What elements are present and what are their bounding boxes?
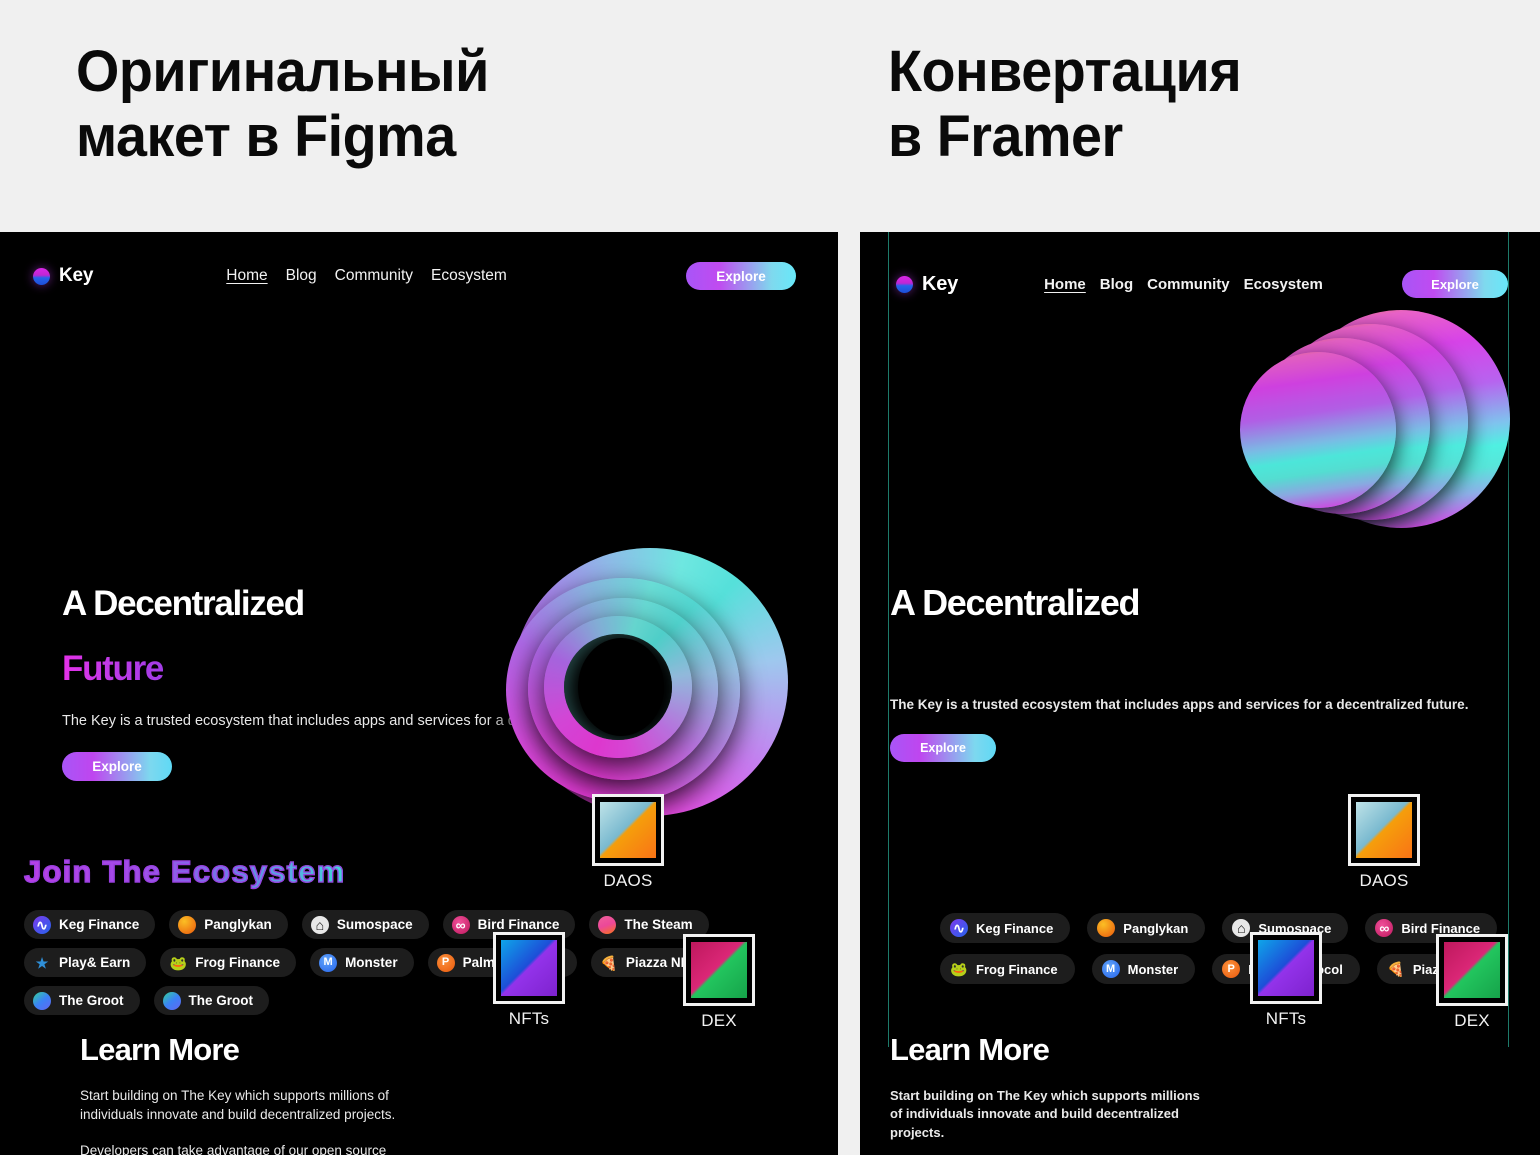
- product-card[interactable]: NFTs: [1250, 932, 1322, 1029]
- daos-card-icon: [1348, 794, 1420, 866]
- product-card-swatch: [501, 940, 557, 996]
- product-card-label: DEX: [701, 1011, 737, 1030]
- product-card[interactable]: DAOS: [592, 794, 664, 891]
- product-cards-figma: DAOS NFTs DEX: [0, 232, 838, 1155]
- product-card-label: NFTs: [508, 1009, 550, 1028]
- dex-card-icon: [1436, 934, 1508, 1006]
- product-card-swatch: [1444, 942, 1500, 998]
- nfts-card-icon: [1250, 932, 1322, 1004]
- figma-mockup-panel: Key Home Blog Community Ecosystem Explor…: [0, 232, 838, 1155]
- dex-card-icon: [683, 934, 755, 1006]
- product-card-label: DAOS: [1359, 871, 1409, 890]
- framer-conversion-panel: Key Home Blog Community Ecosystem Explor…: [860, 232, 1540, 1155]
- caption-converted-framer: Конвертация в Framer: [888, 39, 1242, 169]
- product-card-swatch: [691, 942, 747, 998]
- nfts-card-icon: [493, 932, 565, 1004]
- product-card-label: NFTs: [1265, 1009, 1307, 1028]
- product-card-label: DEX: [1454, 1011, 1490, 1030]
- product-card[interactable]: DEX: [1436, 934, 1508, 1031]
- product-card[interactable]: DAOS: [1348, 794, 1420, 891]
- product-cards-framer: DAOS NFTs DEX: [860, 232, 1540, 1155]
- product-card-swatch: [600, 802, 656, 858]
- product-card[interactable]: DEX: [683, 934, 755, 1031]
- product-card-swatch: [1356, 802, 1412, 858]
- product-card-swatch: [1258, 940, 1314, 996]
- product-card[interactable]: NFTs: [493, 932, 565, 1029]
- caption-original-figma: Оригинальный макет в Figma: [76, 39, 489, 169]
- comparison-page: Оригинальный макет в Figma Конвертация в…: [0, 0, 1540, 1155]
- product-card-label: DAOS: [603, 871, 653, 890]
- daos-card-icon: [592, 794, 664, 866]
